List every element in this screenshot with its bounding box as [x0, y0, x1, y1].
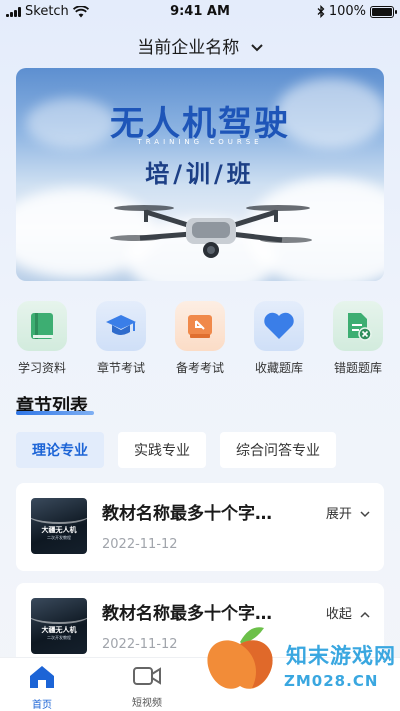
tab-practice[interactable]: 实践专业 [118, 432, 206, 468]
drone-illustration [110, 205, 312, 258]
textbook-cover: 大疆无人机 二次开发教程 [31, 498, 87, 554]
category-tabs: 理论专业 实践专业 综合问答专业 [16, 432, 336, 468]
chevron-down-icon [250, 41, 263, 55]
textbook-cover: 大疆无人机 二次开发教程 [31, 598, 87, 654]
expand-button[interactable]: 展开 [326, 503, 370, 522]
textbook-card[interactable]: 大疆无人机 二次开发教程 教材名称最多十个字… 2022-11-12 展开 [16, 483, 384, 571]
nav-home[interactable]: 首页 [2, 664, 82, 711]
apple-logo-icon [207, 627, 273, 689]
quick-link-label: 备考考试 [175, 361, 224, 375]
company-selector[interactable]: 当前企业名称 [0, 33, 400, 58]
quick-link-favorites[interactable]: 收藏题库 [240, 301, 318, 376]
tab-comprehensive[interactable]: 综合问答专业 [220, 432, 336, 468]
video-camera-icon [133, 667, 161, 685]
banner-subtitle: TRAINING COURSE [137, 138, 263, 146]
quick-link-label: 收藏题库 [254, 361, 303, 375]
quick-link-study[interactable]: 学习资料 [3, 301, 81, 376]
watermark-url: ZM028.CN [284, 672, 379, 690]
cover-subtitle: 二次开发教程 [47, 635, 71, 640]
tab-theory[interactable]: 理论专业 [16, 432, 104, 468]
bluetooth-icon [317, 5, 325, 18]
status-right: 100% [317, 4, 397, 19]
banner-course: 培/训/班 [145, 160, 255, 188]
quick-link-prep-exam[interactable]: 备考考试 [161, 301, 239, 376]
quick-link-chapter-exam[interactable]: 章节考试 [82, 301, 160, 376]
nav-home-label: 首页 [32, 700, 52, 711]
expand-label: 展开 [325, 507, 352, 522]
card-title: 教材名称最多十个字… [102, 604, 272, 624]
chevron-up-icon [360, 611, 370, 618]
card-date: 2022-11-12 [102, 637, 178, 652]
nav-short-video-label: 短视频 [132, 698, 162, 709]
status-bar: Sketch 9:41 AM 100% [0, 0, 400, 24]
battery-icon [370, 5, 397, 18]
card-date: 2022-11-12 [102, 537, 178, 552]
quick-link-label: 错题题库 [333, 361, 382, 375]
exam-paper-icon [175, 301, 225, 351]
company-name: 当前企业名称 [137, 38, 240, 58]
quick-link-mistakes[interactable]: 错题题库 [319, 301, 397, 376]
collapse-label: 收起 [325, 607, 352, 622]
cover-title: 大疆无人机 [41, 626, 77, 634]
watermark-text: 知末游戏网 [286, 644, 396, 668]
heart-icon [254, 301, 304, 351]
nav-short-video[interactable]: 短视频 [107, 664, 187, 709]
home-icon [30, 666, 54, 688]
chevron-down-icon [360, 511, 370, 518]
quick-link-label: 学习资料 [17, 361, 66, 375]
quick-link-label: 章节考试 [96, 361, 145, 375]
cover-title: 大疆无人机 [41, 526, 77, 534]
card-title: 教材名称最多十个字… [102, 504, 272, 524]
battery-percent: 100% [328, 4, 366, 19]
collapse-button[interactable]: 收起 [326, 603, 370, 622]
cover-subtitle: 二次开发教程 [47, 535, 71, 540]
site-watermark: 知末游戏网 ZM028.CN [200, 622, 400, 694]
graduation-cap-icon [96, 301, 146, 351]
hero-banner[interactable]: 无人机驾驶 TRAINING COURSE 培/训/班 [16, 68, 384, 281]
section-underline [16, 411, 94, 415]
book-icon [17, 301, 67, 351]
quick-links: 学习资料 章节考试 备考考试 收藏题库 错题题库 [0, 301, 400, 379]
error-document-icon [333, 301, 383, 351]
